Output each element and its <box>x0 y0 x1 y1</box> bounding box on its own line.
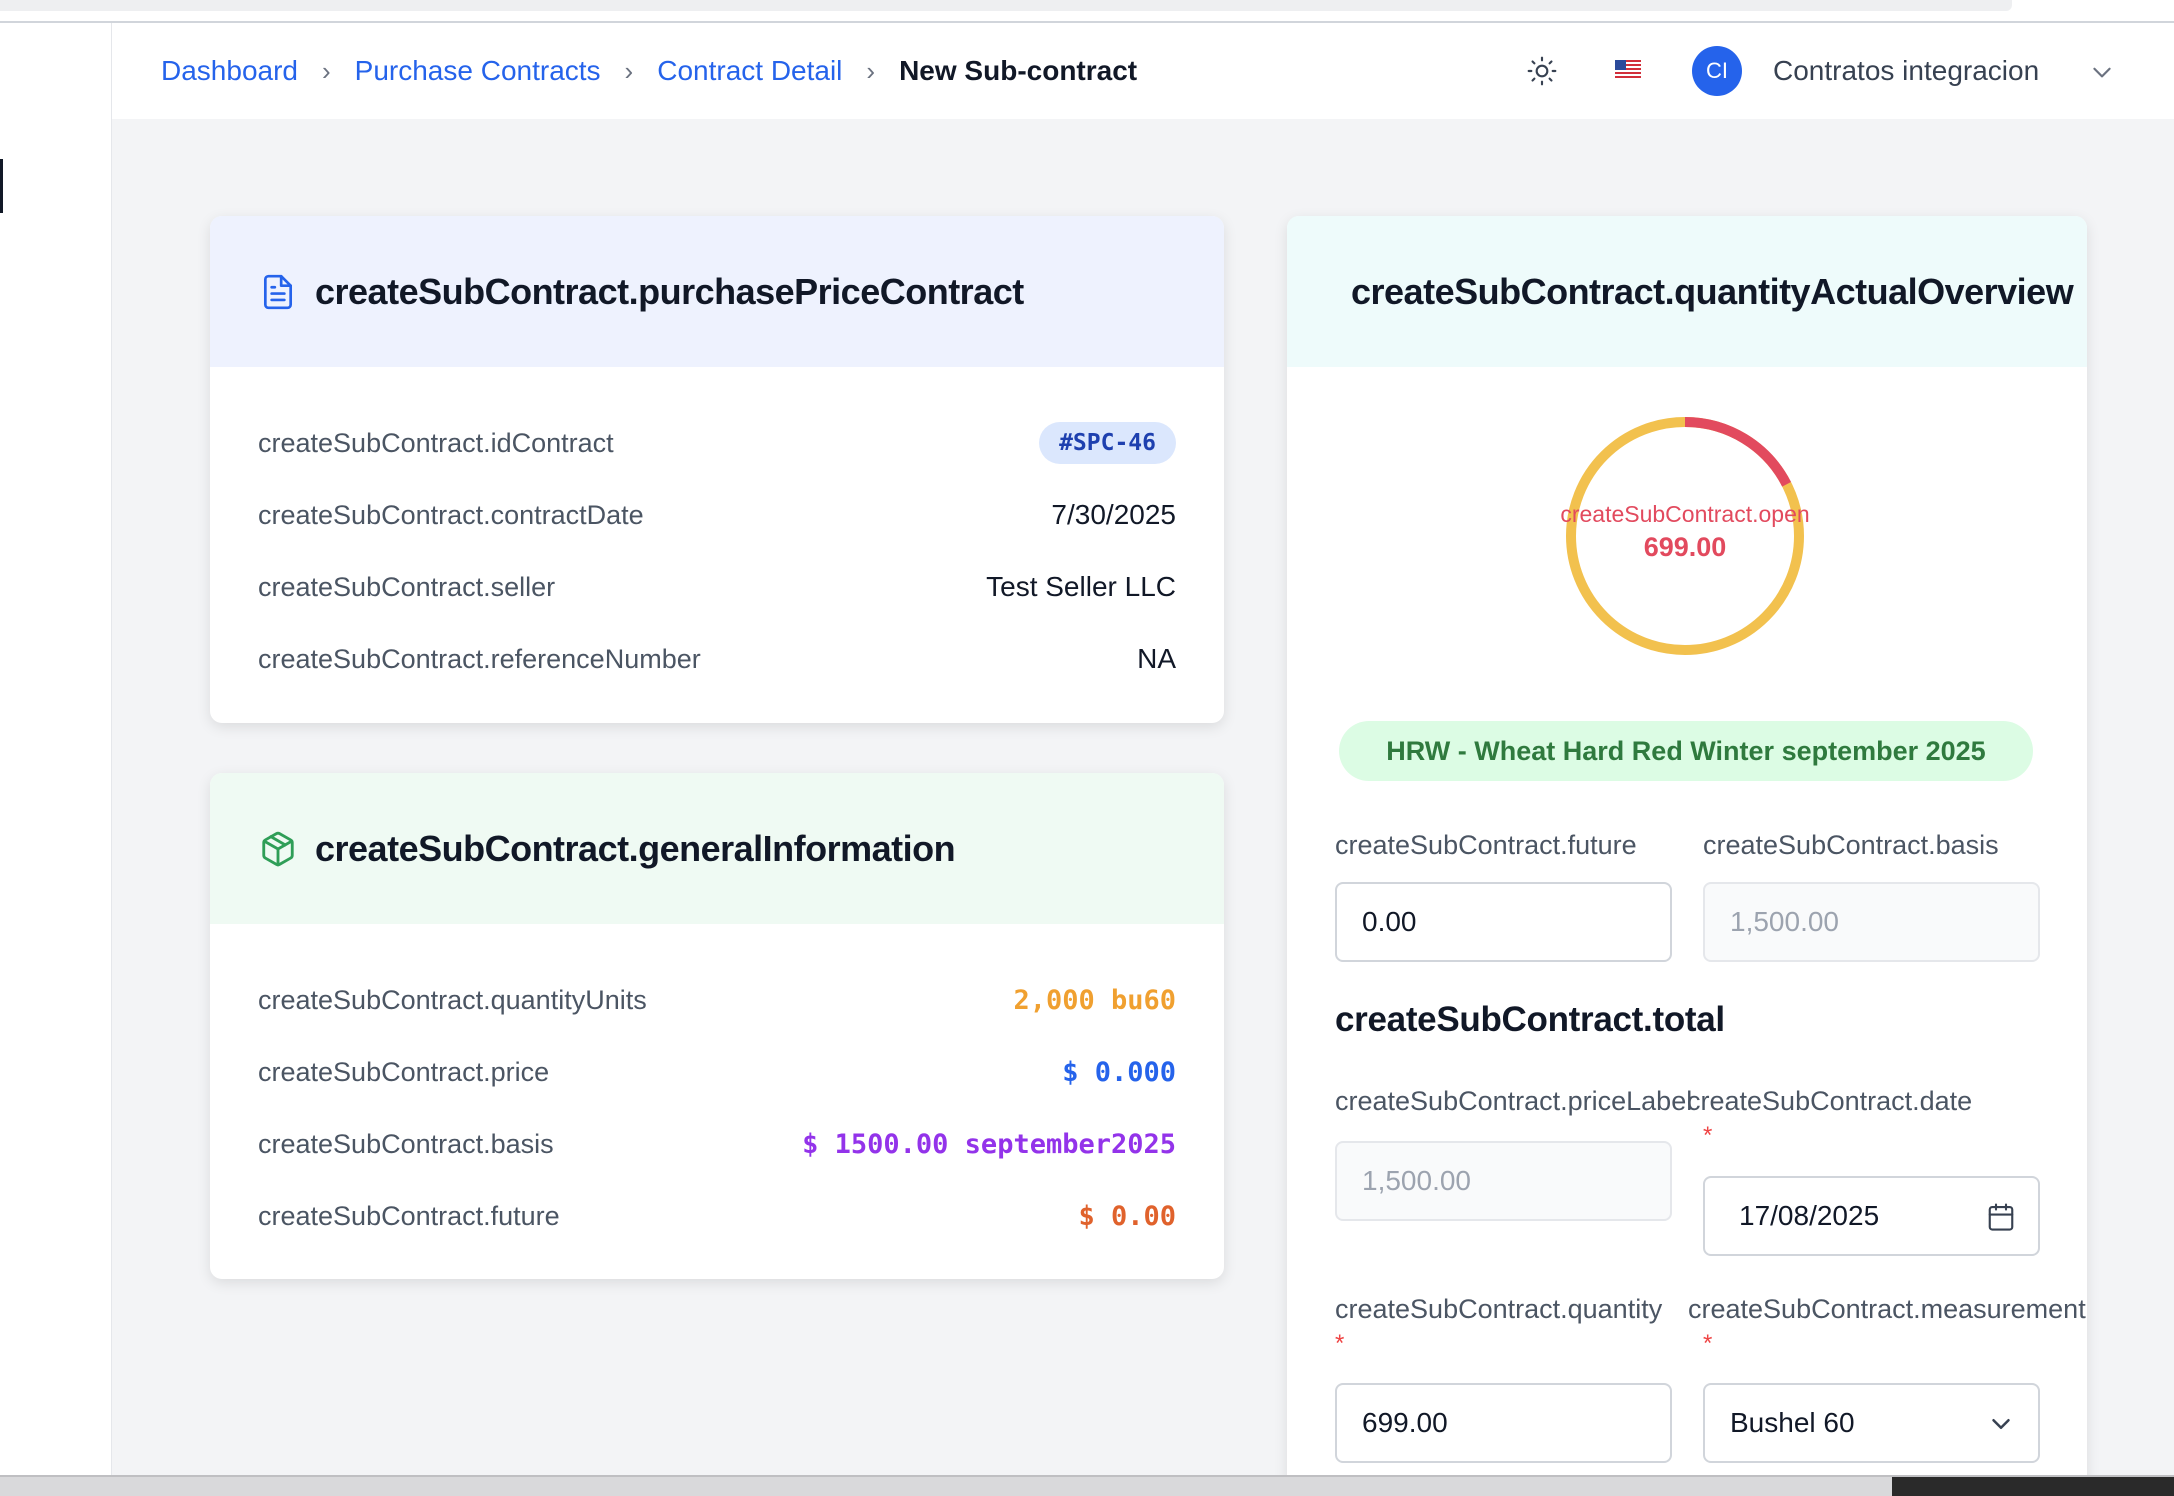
document-icon <box>263 274 293 309</box>
card-title: createSubContract.quantityActualOverview <box>1351 270 2074 312</box>
future-value: $ 0.00 <box>1078 1200 1176 1232</box>
detail-label: createSubContract.basis <box>258 1128 554 1159</box>
price-value: $ 0.000 <box>1062 1056 1176 1088</box>
horizontal-scroll-track[interactable] <box>0 0 2012 11</box>
required-indicator: * <box>1335 1330 1345 1357</box>
us-flag-icon[interactable] <box>1615 60 1641 78</box>
sun-icon[interactable] <box>1526 55 1558 87</box>
user-name[interactable]: Contratos integracion <box>1773 23 2039 119</box>
detail-list: createSubContract.quantityUnits 2,000 bu… <box>210 924 1224 1252</box>
chevron-down-icon[interactable] <box>1986 1409 2016 1439</box>
calendar-icon[interactable] <box>1986 1202 2016 1232</box>
donut-label: createSubContract.open <box>1560 501 1810 527</box>
detail-row-id-contract: createSubContract.idContract #SPC-46 <box>258 407 1176 479</box>
donut-value: 699.00 <box>1643 532 1727 562</box>
detail-label: createSubContract.seller <box>258 571 556 602</box>
future-field-label: createSubContract.future <box>1335 830 1637 860</box>
taskbar-dark-segment <box>1892 1477 2174 1496</box>
basis-field-label: createSubContract.basis <box>1703 830 1999 860</box>
breadcrumb-separator: › <box>624 55 634 86</box>
card-title: createSubContract.generalInformation <box>315 827 956 869</box>
price-input: 1,500.00 <box>1335 1141 1672 1221</box>
detail-label: createSubContract.contractDate <box>258 499 644 530</box>
bottom-taskbar-strip <box>0 1475 2174 1496</box>
quantity-units-value: 2,000 bu60 <box>1013 984 1176 1016</box>
date-input[interactable]: 17/08/2025 <box>1703 1176 2040 1256</box>
detail-row-quantity-units: createSubContract.quantityUnits 2,000 bu… <box>258 964 1176 1036</box>
basis-value: $ 1500.00 september2025 <box>802 1128 1176 1160</box>
detail-row-contract-date: createSubContract.contractDate 7/30/2025 <box>258 479 1176 551</box>
detail-label: createSubContract.idContract <box>258 427 614 458</box>
text-cursor <box>0 159 3 213</box>
detail-value: NA <box>1137 643 1176 674</box>
date-value: 17/08/2025 <box>1739 1200 1880 1231</box>
purchase-price-card: createSubContract.purchasePriceContract … <box>210 216 1224 723</box>
contract-id-badge: #SPC-46 <box>1039 422 1176 464</box>
quantity-input[interactable]: 699.00 <box>1335 1383 1672 1463</box>
breadcrumb-contract-detail[interactable]: Contract Detail <box>657 55 842 87</box>
total-section-title: createSubContract.total <box>1335 1000 1725 1039</box>
card-header: createSubContract.purchasePriceContract <box>210 216 1224 367</box>
detail-row-reference-number: createSubContract.referenceNumber NA <box>258 623 1176 695</box>
price-field-label: createSubContract.priceLabel <box>1335 1086 1693 1116</box>
detail-value: Test Seller LLC <box>986 571 1176 602</box>
quantity-donut-chart: createSubContract.open 699.00 <box>1557 408 1813 664</box>
detail-label: createSubContract.referenceNumber <box>258 643 701 674</box>
general-information-card: createSubContract.generalInformation cre… <box>210 773 1224 1279</box>
sidebar-collapsed <box>0 23 112 1475</box>
detail-label: createSubContract.price <box>258 1056 550 1087</box>
main-content: createSubContract.purchasePriceContract … <box>112 119 2174 1496</box>
measurement-unit-field-label: createSubContract.measurementUnit <box>1688 1294 2087 1324</box>
breadcrumb: Dashboard › Purchase Contracts › Contrac… <box>161 23 1137 119</box>
chevron-down-icon[interactable] <box>2089 59 2115 85</box>
commodity-badge: HRW - Wheat Hard Red Winter september 20… <box>1339 721 2033 781</box>
quantity-overview-card: createSubContract.quantityActualOverview… <box>1287 216 2087 1496</box>
package-icon <box>262 831 294 866</box>
card-header: createSubContract.generalInformation <box>210 773 1224 924</box>
breadcrumb-purchase-contracts[interactable]: Purchase Contracts <box>355 55 601 87</box>
breadcrumb-dashboard[interactable]: Dashboard <box>161 55 298 87</box>
detail-row-basis: createSubContract.basis $ 1500.00 septem… <box>258 1108 1176 1180</box>
breadcrumb-separator: › <box>321 55 331 86</box>
breadcrumb-separator: › <box>866 55 876 86</box>
measurement-unit-select[interactable]: Bushel 60 <box>1703 1383 2040 1463</box>
required-indicator: * <box>1703 1330 1713 1357</box>
top-header: Dashboard › Purchase Contracts › Contrac… <box>112 23 2174 119</box>
future-input[interactable]: 0.00 <box>1335 882 1672 962</box>
detail-label: createSubContract.quantityUnits <box>258 984 647 1015</box>
browser-top-strip <box>0 0 2174 23</box>
detail-list: createSubContract.idContract #SPC-46 cre… <box>210 367 1224 695</box>
detail-row-price: createSubContract.price $ 0.000 <box>258 1036 1176 1108</box>
detail-value: 7/30/2025 <box>1051 499 1176 530</box>
date-field-label: createSubContract.date <box>1687 1086 1973 1116</box>
card-title: createSubContract.purchasePriceContract <box>315 270 1024 312</box>
quantity-field-label: createSubContract.quantity <box>1335 1294 1663 1324</box>
detail-row-future: createSubContract.future $ 0.00 <box>258 1180 1176 1252</box>
measurement-unit-value: Bushel 60 <box>1730 1407 1855 1438</box>
detail-row-seller: createSubContract.seller Test Seller LLC <box>258 551 1176 623</box>
avatar[interactable]: CI <box>1692 46 1742 96</box>
detail-label: createSubContract.future <box>258 1200 560 1231</box>
basis-input: 1,500.00 <box>1703 882 2040 962</box>
required-indicator: * <box>1703 1122 1713 1149</box>
card-header: createSubContract.quantityActualOverview <box>1287 216 2087 367</box>
breadcrumb-current: New Sub-contract <box>899 55 1138 86</box>
